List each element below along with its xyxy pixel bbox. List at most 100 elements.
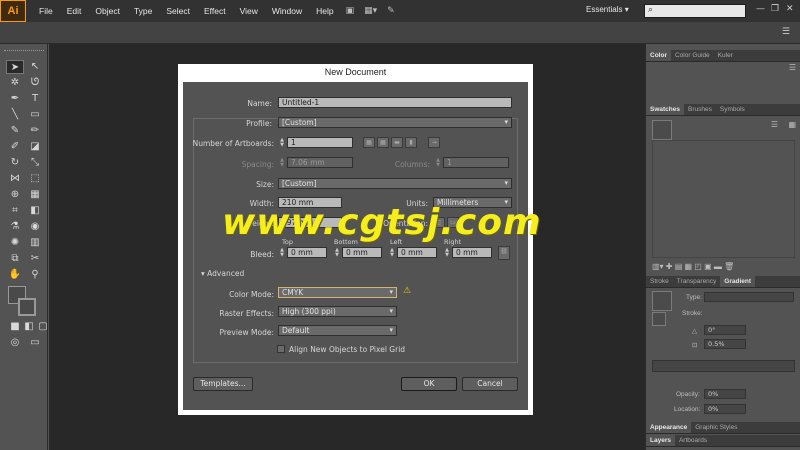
- gradient-type-select[interactable]: [704, 292, 794, 302]
- zoom-tool-icon[interactable]: ⚲: [26, 268, 44, 282]
- selection-tool-icon[interactable]: ➤: [6, 60, 24, 74]
- pencil-tool-icon[interactable]: ✏: [26, 124, 44, 138]
- bleed-right-input[interactable]: 0 mm: [452, 247, 492, 258]
- tools-grip[interactable]: [4, 50, 44, 53]
- gradient-slider[interactable]: [652, 360, 795, 372]
- draw-mode-icon[interactable]: ◎: [6, 336, 24, 350]
- tab-appearance[interactable]: Appearance: [646, 422, 692, 433]
- swatches-list[interactable]: [652, 140, 795, 258]
- artboard-tool-icon[interactable]: ⧉: [6, 252, 24, 266]
- location-field[interactable]: 0%: [704, 404, 746, 414]
- pen-tool-icon[interactable]: ✒: [6, 92, 24, 106]
- tab-symbols[interactable]: Symbols: [716, 104, 749, 115]
- gpu-icon[interactable]: ✎: [382, 6, 400, 16]
- tab-layers[interactable]: Layers: [646, 435, 675, 446]
- ok-button[interactable]: OK: [401, 377, 457, 391]
- rectangle-tool-icon[interactable]: ▭: [26, 108, 44, 122]
- link-bleed-icon[interactable]: ⛓: [498, 246, 510, 260]
- tab-gradient[interactable]: Gradient: [720, 276, 756, 287]
- bleed-top-input[interactable]: 0 mm: [287, 247, 327, 258]
- menu-effect[interactable]: Effect: [197, 6, 233, 16]
- arrange-by-row-icon[interactable]: ▬: [391, 137, 403, 148]
- name-input[interactable]: Untitled-1: [278, 97, 512, 108]
- list-view-icon[interactable]: ☰: [771, 120, 778, 129]
- color-panel-menu-icon[interactable]: ☰: [789, 63, 796, 72]
- paintbrush-tool-icon[interactable]: ✎: [6, 124, 24, 138]
- tab-swatches[interactable]: Swatches: [646, 104, 684, 115]
- artboards-stepper[interactable]: ▲ ▼: [278, 138, 286, 149]
- grid-by-column-icon[interactable]: ▦: [377, 137, 389, 148]
- bleed-right-stepper[interactable]: ▲ ▼: [443, 248, 451, 259]
- gradient-preview[interactable]: [652, 291, 672, 311]
- aspect-ratio-field[interactable]: 0.5%: [704, 339, 746, 349]
- menu-window[interactable]: Window: [265, 6, 309, 16]
- menu-edit[interactable]: Edit: [60, 6, 89, 16]
- tab-transparency[interactable]: Transparency: [673, 276, 721, 287]
- symbol-sprayer-tool-icon[interactable]: ✺: [6, 236, 24, 250]
- menu-file[interactable]: File: [32, 6, 60, 16]
- menu-help[interactable]: Help: [309, 6, 340, 16]
- swatch-none[interactable]: [652, 120, 672, 140]
- lasso-tool-icon[interactable]: ᘎ: [26, 76, 44, 90]
- bleed-left-input[interactable]: 0 mm: [397, 247, 437, 258]
- tab-brushes[interactable]: Brushes: [684, 104, 716, 115]
- menu-select[interactable]: Select: [159, 6, 197, 16]
- restore-icon[interactable]: ❐: [771, 4, 779, 14]
- swatch-library-icon[interactable]: ▥▾ ✚ ▤ ▦ ◰ ▣ ▬ 🗑: [652, 262, 734, 271]
- spacing-input[interactable]: 7.06 mm: [287, 157, 353, 168]
- column-graph-tool-icon[interactable]: ▥: [26, 236, 44, 250]
- free-transform-tool-icon[interactable]: ⬚: [26, 172, 44, 186]
- columns-stepper[interactable]: ▲ ▼: [434, 158, 442, 169]
- columns-input[interactable]: 1: [443, 157, 509, 168]
- tab-graphic-styles[interactable]: Graphic Styles: [691, 422, 741, 433]
- right-to-left-icon[interactable]: →: [428, 137, 440, 148]
- perspective-grid-tool-icon[interactable]: ▦: [26, 188, 44, 202]
- raster-effects-select[interactable]: High (300 ppi) ▾: [278, 306, 397, 317]
- tab-artboards[interactable]: Artboards: [675, 435, 711, 446]
- minimize-icon[interactable]: —: [756, 4, 765, 14]
- grid-by-row-icon[interactable]: ▦: [363, 137, 375, 148]
- menu-view[interactable]: View: [233, 6, 265, 16]
- bleed-left-stepper[interactable]: ▲ ▼: [388, 248, 396, 259]
- angle-field[interactable]: 0°: [704, 325, 746, 335]
- hand-tool-icon[interactable]: ✋: [6, 268, 24, 282]
- bleed-bottom-stepper[interactable]: ▲ ▼: [333, 248, 341, 259]
- preview-mode-select[interactable]: Default ▾: [278, 325, 397, 336]
- shape-builder-tool-icon[interactable]: ⊕: [6, 188, 24, 202]
- grid-view-icon[interactable]: ▦: [788, 120, 796, 129]
- blob-brush-tool-icon[interactable]: ✐: [6, 140, 24, 154]
- fill-stroke-icon[interactable]: [652, 312, 666, 326]
- spacing-stepper[interactable]: ▲ ▼: [278, 158, 286, 169]
- bleed-top-stepper[interactable]: ▲ ▼: [278, 248, 286, 259]
- advanced-toggle[interactable]: ▾ Advanced: [201, 269, 244, 278]
- tab-kuler[interactable]: Kuler: [714, 50, 737, 61]
- opacity-field[interactable]: 0%: [704, 389, 746, 399]
- scale-tool-icon[interactable]: ⤡: [26, 156, 44, 170]
- stroke-color-swatch[interactable]: [18, 298, 36, 316]
- align-pixel-grid-checkbox[interactable]: [277, 345, 285, 353]
- cancel-button[interactable]: Cancel: [462, 377, 518, 391]
- search-input[interactable]: [644, 4, 746, 18]
- mesh-tool-icon[interactable]: ⌗: [6, 204, 24, 218]
- gradient-tool-icon[interactable]: ◧: [26, 204, 44, 218]
- tab-color[interactable]: Color: [646, 50, 671, 61]
- tab-color-guide[interactable]: Color Guide: [671, 50, 714, 61]
- blend-tool-icon[interactable]: ◉: [26, 220, 44, 234]
- artboards-input[interactable]: 1: [287, 137, 353, 148]
- color-mode-select[interactable]: CMYK ▾: [278, 287, 397, 298]
- size-select[interactable]: [Custom] ▾: [278, 178, 512, 189]
- bleed-bottom-input[interactable]: 0 mm: [342, 247, 382, 258]
- eraser-tool-icon[interactable]: ◪: [26, 140, 44, 154]
- tab-stroke[interactable]: Stroke: [646, 276, 673, 287]
- type-tool-icon[interactable]: T: [26, 92, 44, 106]
- menu-type[interactable]: Type: [127, 6, 159, 16]
- arrange-by-column-icon[interactable]: ▮: [405, 137, 417, 148]
- close-icon[interactable]: ✕: [786, 4, 794, 14]
- profile-select[interactable]: [Custom] ▾: [278, 117, 512, 128]
- slice-tool-icon[interactable]: ✂: [26, 252, 44, 266]
- line-tool-icon[interactable]: ╲: [6, 108, 24, 122]
- direct-selection-tool-icon[interactable]: ↖: [26, 60, 44, 74]
- width-tool-icon[interactable]: ⋈: [6, 172, 24, 186]
- menu-object[interactable]: Object: [88, 6, 127, 16]
- rotate-tool-icon[interactable]: ↻: [6, 156, 24, 170]
